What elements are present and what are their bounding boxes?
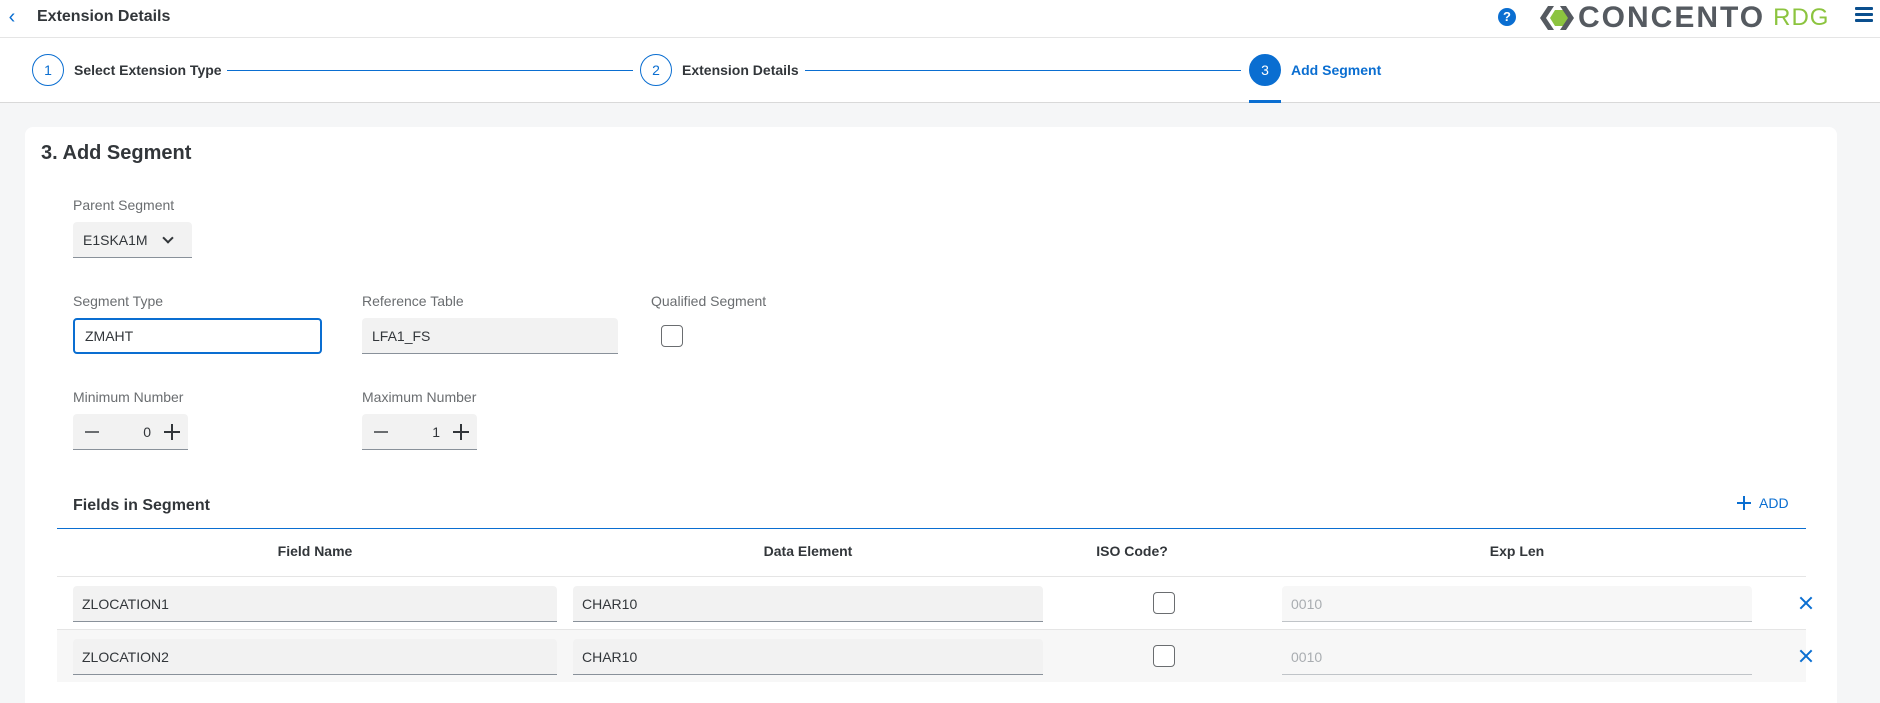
column-header-data-element: Data Element bbox=[763, 543, 853, 559]
maximum-number-label: Maximum Number bbox=[362, 389, 477, 405]
step-label: Add Segment bbox=[1291, 62, 1382, 78]
step-number: 3 bbox=[1249, 54, 1281, 86]
maximum-number-value[interactable]: 1 bbox=[402, 414, 440, 450]
reference-table-input[interactable] bbox=[362, 318, 618, 354]
exp-len-input[interactable]: 0010 bbox=[1282, 586, 1752, 622]
app-header: ‹ Extension Details ? CONCENTO RDG bbox=[0, 0, 1880, 38]
field-name-input[interactable]: ZLOCATION1 bbox=[73, 586, 557, 622]
active-step-indicator bbox=[1249, 100, 1281, 103]
segment-type-label: Segment Type bbox=[73, 293, 164, 309]
segment-type-input[interactable] bbox=[73, 318, 322, 354]
exp-len-input[interactable]: 0010 bbox=[1282, 639, 1752, 675]
step-label: Select Extension Type bbox=[74, 62, 222, 78]
reference-table-label: Reference Table bbox=[362, 293, 464, 309]
add-field-label: ADD bbox=[1759, 495, 1789, 511]
qualified-segment-label: Qualified Segment bbox=[651, 293, 767, 309]
column-header-iso-code: ISO Code? bbox=[1096, 543, 1168, 559]
step-connector bbox=[227, 70, 633, 71]
fields-divider bbox=[57, 528, 1806, 529]
section-title: 3. Add Segment bbox=[41, 142, 192, 164]
chevron-down-icon bbox=[161, 231, 174, 244]
logo-mark-icon bbox=[1540, 6, 1574, 30]
data-element-input[interactable]: CHAR10 bbox=[573, 586, 1043, 622]
page-title: Extension Details bbox=[37, 8, 171, 25]
qualified-segment-checkbox[interactable] bbox=[661, 325, 683, 347]
table-row: ZLOCATION2 CHAR10 0010 bbox=[57, 629, 1806, 682]
wizard-step-3[interactable]: 3 Add Segment bbox=[1249, 54, 1381, 86]
minimum-number-value[interactable]: 0 bbox=[113, 414, 151, 450]
fields-section-title: Fields in Segment bbox=[73, 497, 210, 514]
plus-icon bbox=[1737, 496, 1751, 510]
step-label: Extension Details bbox=[682, 62, 799, 78]
logo-wordmark: CONCENTO bbox=[1578, 1, 1766, 34]
plus-icon[interactable] bbox=[164, 424, 180, 440]
wizard-step-2[interactable]: 2 Extension Details bbox=[640, 54, 799, 86]
back-arrow-icon[interactable]: ‹ bbox=[4, 6, 20, 28]
minus-icon[interactable] bbox=[374, 431, 388, 433]
field-name-input[interactable]: ZLOCATION2 bbox=[73, 639, 557, 675]
add-segment-card: 3. Add Segment Parent Segment E1SKA1M Se… bbox=[25, 127, 1837, 703]
column-header-exp-len: Exp Len bbox=[1489, 543, 1545, 559]
data-element-input[interactable]: CHAR10 bbox=[573, 639, 1043, 675]
minus-icon[interactable] bbox=[85, 431, 99, 433]
add-field-button[interactable]: ADD bbox=[1737, 495, 1789, 511]
wizard-progress: 1 Select Extension Type 2 Extension Deta… bbox=[0, 38, 1880, 103]
table-row: ZLOCATION1 CHAR10 0010 bbox=[57, 576, 1806, 629]
help-icon[interactable]: ? bbox=[1498, 8, 1516, 26]
maximum-number-stepper[interactable]: 1 bbox=[362, 414, 477, 450]
concento-logo: CONCENTO RDG bbox=[1538, 1, 1830, 34]
iso-code-checkbox[interactable] bbox=[1153, 592, 1175, 614]
step-number: 2 bbox=[640, 54, 672, 86]
iso-code-checkbox[interactable] bbox=[1153, 645, 1175, 667]
minimum-number-label: Minimum Number bbox=[73, 389, 184, 405]
parent-segment-select[interactable]: E1SKA1M bbox=[73, 222, 192, 258]
delete-row-icon[interactable] bbox=[1798, 648, 1814, 664]
column-header-field-name: Field Name bbox=[277, 543, 353, 559]
step-connector bbox=[805, 70, 1241, 71]
delete-row-icon[interactable] bbox=[1798, 595, 1814, 611]
wizard-step-1[interactable]: 1 Select Extension Type bbox=[32, 54, 222, 86]
parent-segment-label: Parent Segment bbox=[73, 197, 175, 213]
plus-icon[interactable] bbox=[453, 424, 469, 440]
hamburger-menu-icon[interactable] bbox=[1855, 7, 1873, 27]
step-number: 1 bbox=[32, 54, 64, 86]
logo-suffix: RDG bbox=[1773, 4, 1830, 31]
parent-segment-value: E1SKA1M bbox=[83, 231, 148, 248]
minimum-number-stepper[interactable]: 0 bbox=[73, 414, 188, 450]
